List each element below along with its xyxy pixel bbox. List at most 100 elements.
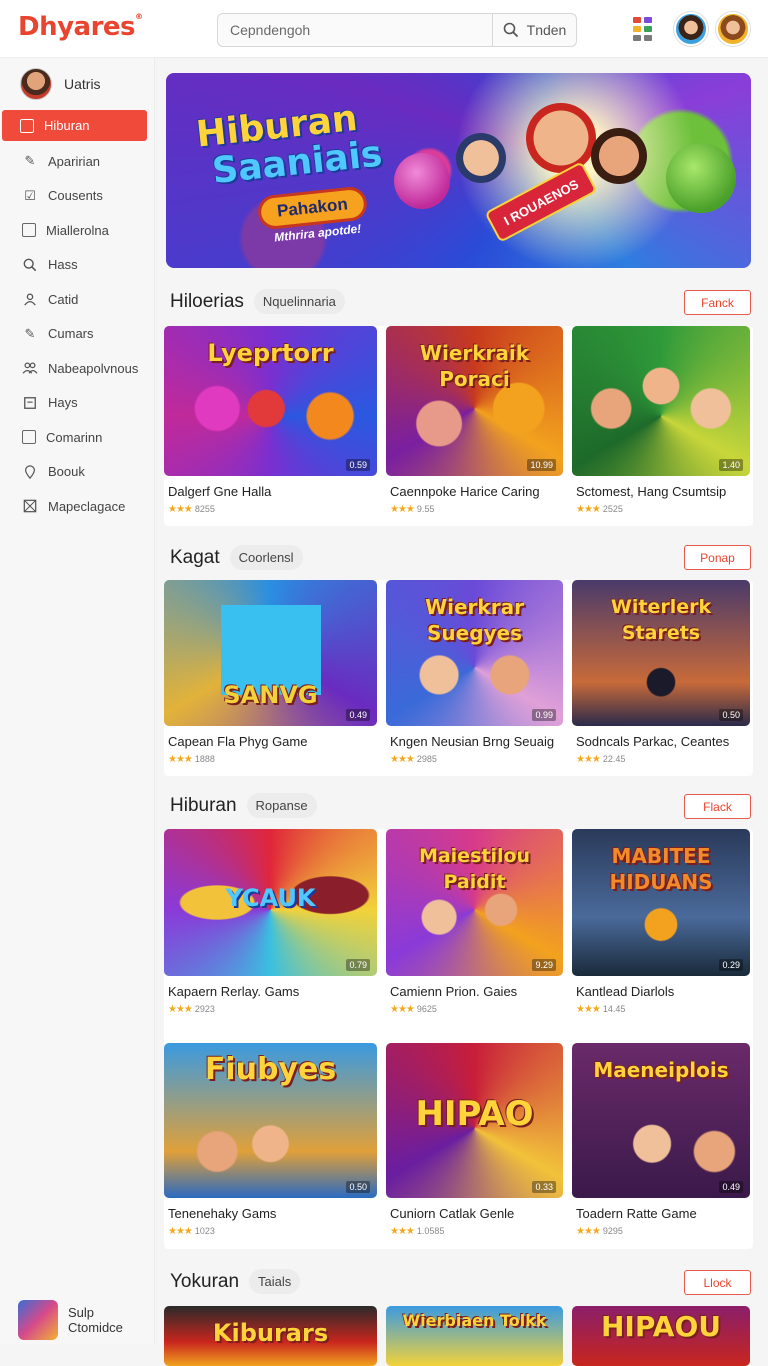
game-rating: ★★★ 2525 xyxy=(572,504,750,515)
section-more-button[interactable]: Ponap xyxy=(684,545,751,570)
game-card[interactable]: Wierkrar Suegyes 0.99 Kngen Neusian Brng… xyxy=(386,580,563,776)
star-rating-icon: ★★★ xyxy=(168,504,193,515)
game-art-title: HIPAO xyxy=(415,1093,534,1134)
section-chip[interactable]: Ropanse xyxy=(246,793,317,818)
character-figure xyxy=(526,103,596,173)
game-thumbnail: Kiburars xyxy=(164,1306,377,1366)
section-chip[interactable]: Nquelinnaria xyxy=(253,289,345,314)
game-name: Kantlead Diarlols xyxy=(576,984,675,999)
monster-figure xyxy=(666,143,736,213)
search-bar: Tnden xyxy=(217,13,577,47)
sidebar-item-nabeapolvnous[interactable]: Nabeapolvnous xyxy=(0,351,155,386)
hero-banner[interactable]: Hiburan Saaniais Pahakon Mthrira apotde!… xyxy=(166,73,751,268)
game-art-title: Maiestilou Paidit xyxy=(418,845,531,893)
game-thumbnail: HIPAOU xyxy=(572,1306,750,1366)
section-more-button[interactable]: Flack xyxy=(684,794,751,819)
search-icon xyxy=(503,22,518,38)
star-rating-icon: ★★★ xyxy=(576,754,601,765)
hero-ribbon: I ROUAENOS xyxy=(484,161,598,243)
game-rating-count: 22.45 xyxy=(602,754,626,764)
game-rating-count: 14.45 xyxy=(602,1004,626,1014)
sidebar-item-label: Boouk xyxy=(48,464,85,480)
profile[interactable]: Uatris xyxy=(20,68,101,100)
game-card[interactable]: Maeneiplois 0.49 Toadern Ratte Game ★★★ 9… xyxy=(572,1042,750,1250)
search-input[interactable] xyxy=(218,14,492,46)
sidebar-item-label: Miallerolna xyxy=(46,222,109,238)
profile-name: Uatris xyxy=(64,76,101,92)
game-card[interactable]: MABITEE HIDUANS 0.29 Kantlead Diarlols ★… xyxy=(572,829,750,1028)
game-rating-count: 8255 xyxy=(194,504,215,514)
game-rating: ★★★ 1888 xyxy=(164,754,377,765)
game-card[interactable]: HIPAOU xyxy=(572,1306,750,1366)
game-name: Cuniorn Catlak Genle xyxy=(390,1205,515,1221)
sidebar-item-hass[interactable]: Hass xyxy=(0,248,155,283)
card-row: SANVG 0.49 Capean Fla Phyg Game ★★★ 1888 … xyxy=(164,580,753,776)
game-name: Capean Fla Phyg Game xyxy=(168,734,308,749)
game-card[interactable]: Wierkraik Poraci 10.99 Caennpoke Harice … xyxy=(386,326,563,526)
game-thumbnail: 1.40 xyxy=(572,326,750,476)
user-avatar[interactable] xyxy=(674,12,708,46)
game-thumbnail: HIPAO 0.33 xyxy=(386,1042,563,1198)
friend-avatar[interactable] xyxy=(716,12,750,46)
game-card[interactable]: Maiestilou Paidit 9.29 Camienn Prion. Ga… xyxy=(386,829,563,1028)
sidebar-item-label: Mapeclagace xyxy=(48,498,126,514)
star-rating-icon: ★★★ xyxy=(390,754,415,765)
game-rating: ★★★ 1.0585 xyxy=(386,1226,563,1237)
edit-icon: ✎ xyxy=(24,325,36,341)
game-rating-count: 2985 xyxy=(416,754,437,764)
sidebar-item-label: Nabeapolvnous xyxy=(48,360,139,376)
sidebar-item-miallerolna[interactable]: Miallerolna xyxy=(0,213,155,248)
promo-text: Sulp Ctomidce xyxy=(68,1305,123,1335)
game-art-title: HIPAOU xyxy=(600,1310,721,1343)
section-chip[interactable]: Taials xyxy=(249,1269,301,1294)
sidebar-item-cumars[interactable]: ✎ Cumars xyxy=(0,317,155,352)
game-card[interactable]: Witerlerk Starets 0.50 Sodncals Parkac, … xyxy=(572,580,750,776)
game-name: Camienn Prion. Gaies xyxy=(390,984,518,999)
section-more-button[interactable]: Fanck xyxy=(684,290,751,315)
game-rating-count: 9625 xyxy=(416,1004,437,1014)
game-price: 10.99 xyxy=(527,459,556,471)
game-card[interactable]: 1.40 Sctomest, Hang Csumtsip ★★★ 2525 xyxy=(572,326,750,526)
game-card[interactable]: SANVG 0.49 Capean Fla Phyg Game ★★★ 1888 xyxy=(164,580,377,776)
game-card[interactable]: Lyeprtorr 0.59 Dalgerf Gne Halla ★★★ 8255 xyxy=(164,326,377,526)
sidebar-item-cousents[interactable]: ☑ Cousents xyxy=(0,179,155,214)
card-row: Kiburars Wierbiaen Tolkk HIPAOU xyxy=(164,1306,753,1366)
sidebar-item-comarinn[interactable]: Comarinn xyxy=(0,420,155,455)
section-more-button[interactable]: Llock xyxy=(684,1270,751,1295)
sidebar-item-aparirian[interactable]: ✎ Aparirian xyxy=(0,144,155,179)
game-card[interactable]: Fiubyes 0.50 Tenenehaky Gams ★★★ 1023 xyxy=(164,1042,377,1250)
sidebar-item-label: Hays xyxy=(48,395,78,411)
sidebar-promo[interactable]: Sulp Ctomidce xyxy=(18,1300,123,1340)
sidebar-item-hays[interactable]: Hays xyxy=(0,386,155,421)
game-price: 0.99 xyxy=(532,709,556,721)
game-name: Caennpoke Harice Caring xyxy=(390,484,540,499)
game-card[interactable]: YCAUK 0.79 Kapaern Rerlay. Gams ★★★ 2923 xyxy=(164,829,377,1028)
apps-grid-icon[interactable] xyxy=(633,17,652,41)
game-price: 0.29 xyxy=(719,959,743,971)
game-card[interactable]: HIPAO 0.33 Cuniorn Catlak Genle ★★★ 1.058… xyxy=(386,1042,563,1250)
sidebar: Uatris Hiburan ✎ Aparirian ☑ Cousents Mial… xyxy=(0,58,155,1344)
search-button[interactable]: Tnden xyxy=(492,14,576,46)
game-rating: ★★★ 9625 xyxy=(386,1004,563,1015)
game-rating: ★★★ 8255 xyxy=(164,504,377,515)
game-price: 0.49 xyxy=(719,1180,743,1193)
game-card[interactable]: Wierbiaen Tolkk xyxy=(386,1306,563,1366)
star-rating-icon: ★★★ xyxy=(390,1004,415,1015)
app-logo[interactable]: Dhyares® xyxy=(18,12,143,42)
sidebar-item-boouk[interactable]: Boouk xyxy=(0,455,155,490)
sidebar-item-hiburan[interactable]: Hiburan xyxy=(2,110,147,141)
game-card[interactable]: Kiburars xyxy=(164,1306,377,1366)
sidebar-item-catid[interactable]: Catid xyxy=(0,282,155,317)
game-thumbnail: Lyeprtorr 0.59 xyxy=(164,326,377,476)
game-thumbnail: MABITEE HIDUANS 0.29 xyxy=(572,829,750,976)
game-rating: ★★★ 14.45 xyxy=(572,1004,750,1015)
section-chip[interactable]: Coorlensl xyxy=(229,545,303,570)
game-name: Kngen Neusian Brng Seuaig xyxy=(390,734,555,749)
game-name: Dalgerf Gne Halla xyxy=(168,484,272,499)
game-rating: ★★★ 2985 xyxy=(386,754,563,765)
sidebar-item-label: Hass xyxy=(48,257,78,273)
sidebar-item-mapeclagace[interactable]: Mapeclagace xyxy=(0,489,155,524)
pin-icon xyxy=(22,464,38,480)
star-rating-icon: ★★★ xyxy=(576,1225,601,1237)
game-rating: ★★★ 1023 xyxy=(164,1226,377,1237)
